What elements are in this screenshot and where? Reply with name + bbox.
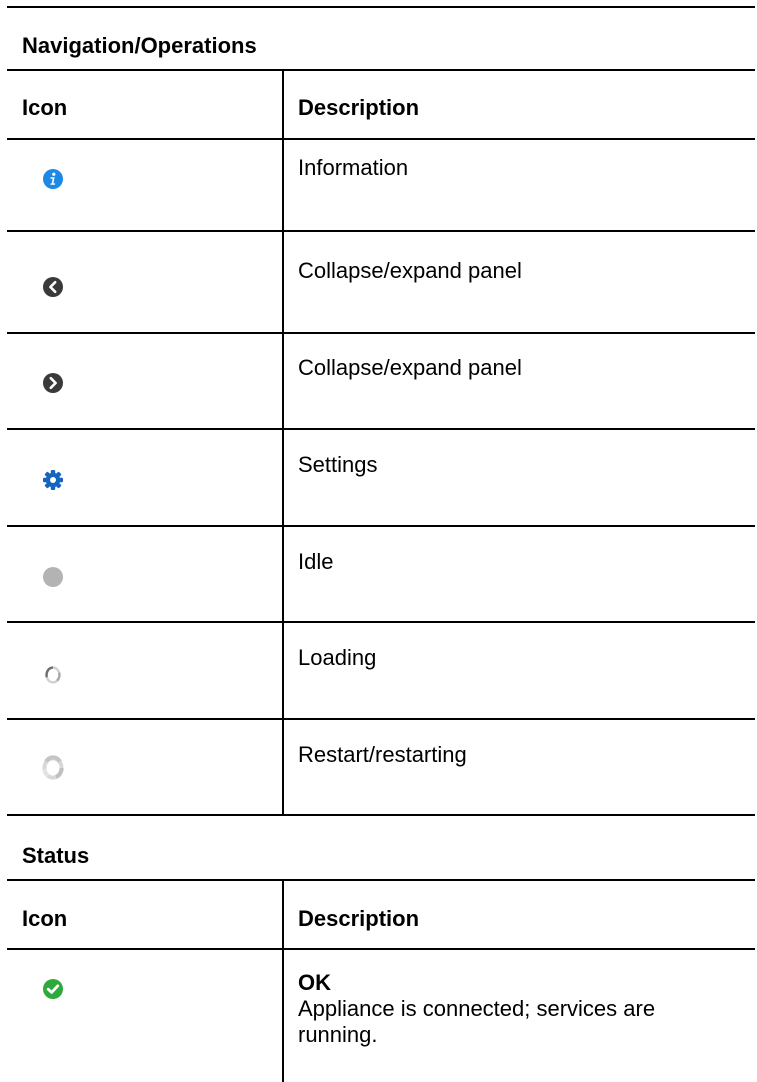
rule-row	[7, 428, 755, 430]
rule-header	[7, 948, 755, 950]
column-divider	[282, 69, 284, 816]
rule-row	[7, 621, 755, 623]
rule-section-title	[7, 879, 755, 881]
row-description: OK Appliance is connected; services are …	[298, 970, 718, 1048]
rule-row	[7, 718, 755, 720]
section-title-status: Status	[22, 843, 90, 868]
row-description: Idle	[298, 549, 334, 574]
rule-row	[7, 230, 755, 232]
loading-spinner-icon	[45, 666, 61, 684]
expand-right-icon	[43, 373, 63, 393]
column-header-icon: Icon	[22, 906, 68, 931]
rule-row	[7, 332, 755, 334]
column-header-description: Description	[298, 906, 420, 931]
rule-bottom	[7, 814, 755, 816]
info-icon	[43, 169, 63, 189]
idle-dot-icon	[43, 567, 63, 587]
row-description: Loading	[298, 645, 377, 670]
gear-icon	[43, 470, 63, 490]
status-title: OK	[298, 970, 331, 995]
rule-top	[7, 6, 755, 8]
column-divider	[282, 879, 284, 1082]
row-description: Information	[298, 155, 409, 180]
status-description: Appliance is connected; services are run…	[298, 996, 656, 1047]
row-description: Restart/restarting	[298, 742, 467, 767]
rule-section-title	[7, 69, 755, 71]
section-title-navigation: Navigation/Operations	[22, 33, 257, 58]
ok-check-icon	[43, 979, 63, 999]
row-description: Settings	[298, 452, 378, 477]
rule-header	[7, 138, 755, 140]
column-header-description: Description	[298, 95, 420, 120]
collapse-left-icon	[43, 277, 63, 297]
rule-row	[7, 525, 755, 527]
row-description: Collapse/expand panel	[298, 258, 522, 283]
restart-spinner-icon	[42, 755, 64, 780]
column-header-icon: Icon	[22, 95, 68, 120]
row-description: Collapse/expand panel	[298, 355, 522, 380]
